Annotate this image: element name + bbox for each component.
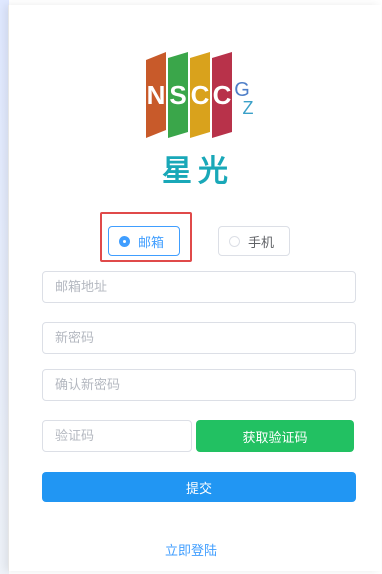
- radio-unchecked-icon: [229, 235, 240, 247]
- radio-email[interactable]: 邮箱: [108, 226, 180, 256]
- email-input[interactable]: [42, 271, 356, 303]
- radio-email-label: 邮箱: [138, 235, 165, 251]
- confirm-password-input[interactable]: [42, 369, 356, 401]
- logo-letter-c2: C: [213, 80, 232, 110]
- submit-button[interactable]: 提交: [42, 472, 356, 502]
- login-type-selector: 邮箱 手机: [100, 212, 300, 262]
- radio-phone[interactable]: 手机: [218, 226, 290, 256]
- logo-letter-c1: C: [191, 80, 210, 110]
- nscc-gz-logo: N S C C G Z: [146, 52, 254, 138]
- logo-letter-n: N: [147, 80, 166, 110]
- login-now-link[interactable]: 立即登陆: [0, 540, 382, 559]
- verification-code-input[interactable]: [42, 420, 192, 452]
- radio-checked-icon: [119, 235, 130, 247]
- get-code-button[interactable]: 获取验证码: [196, 420, 354, 452]
- new-password-input[interactable]: [42, 322, 356, 354]
- radio-phone-label: 手机: [248, 235, 275, 251]
- logo-letter-z: Z: [243, 98, 254, 118]
- brand-name: 星光: [162, 154, 234, 189]
- logo-letter-s: S: [169, 80, 186, 110]
